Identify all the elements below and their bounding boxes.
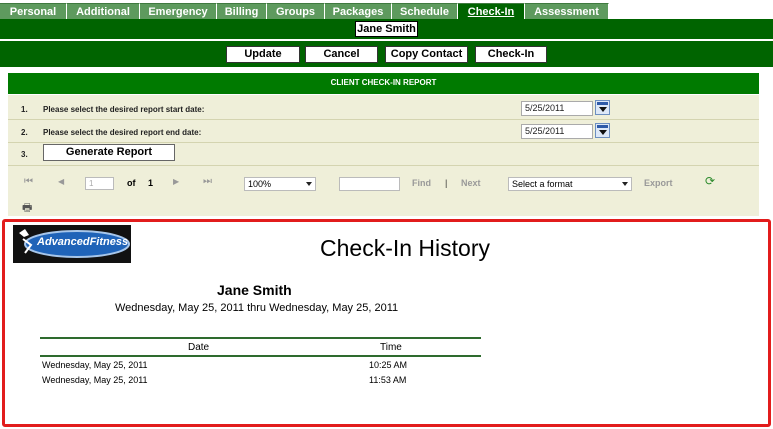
report-toolbar: ⏮ ◀ 1 of 1 ▶ ⏭ 100% Find | Next Select a…	[8, 168, 759, 216]
chevron-down-icon	[599, 107, 607, 112]
table-header: Date Time	[40, 339, 481, 355]
chevron-down-icon	[599, 130, 607, 135]
row-time: 10:25 AM	[369, 360, 408, 370]
generate-row: 3. Generate Report	[8, 143, 759, 166]
end-date-picker-button[interactable]	[595, 123, 610, 138]
report-client-name: Jane Smith	[217, 282, 292, 298]
find-link[interactable]: Find	[412, 178, 431, 188]
cancel-button[interactable]: Cancel	[305, 46, 378, 63]
advanced-fitness-logo: AdvancedFitness	[13, 225, 131, 263]
end-date-row: 2. Please select the desired report end …	[8, 120, 759, 143]
prev-page-icon[interactable]: ◀	[58, 177, 64, 186]
report-output: AdvancedFitness Check-In History Jane Sm…	[2, 219, 771, 427]
step-number: 3.	[21, 150, 28, 159]
of-label: of	[127, 178, 136, 188]
client-name-label: Jane Smith	[355, 21, 418, 37]
row-date: Wednesday, May 25, 2011	[42, 360, 148, 370]
print-icon[interactable]: 🖶	[22, 199, 32, 218]
tab-emergency[interactable]: Emergency	[140, 3, 217, 19]
date-column-header: Date	[188, 342, 210, 353]
row-date: Wednesday, May 25, 2011	[42, 375, 148, 385]
tab-bar: Personal Additional Emergency Billing Gr…	[0, 3, 609, 19]
start-date-row: 1. Please select the desired report star…	[8, 97, 759, 120]
next-page-icon[interactable]: ▶	[173, 177, 179, 186]
refresh-icon[interactable]: ⟳	[705, 174, 715, 188]
report-title: Check-In History	[320, 235, 490, 261]
table-row: Wednesday, May 25, 2011 11:53 AM	[40, 374, 481, 391]
row-time: 11:53 AM	[369, 375, 407, 385]
check-in-report-panel: CLIENT CHECK-IN REPORT 1. Please select …	[8, 73, 759, 216]
check-in-table: Date Time Wednesday, May 25, 2011 10:25 …	[40, 337, 481, 391]
calendar-icon	[597, 125, 608, 128]
start-date-label: Please select the desired report start d…	[43, 105, 205, 114]
zoom-select[interactable]: 100%	[244, 177, 316, 191]
tab-groups[interactable]: Groups	[267, 3, 325, 19]
generate-report-button[interactable]: Generate Report	[43, 144, 175, 161]
find-input[interactable]	[339, 177, 400, 191]
zoom-value: 100%	[248, 179, 272, 189]
update-button[interactable]: Update	[226, 46, 300, 63]
chevron-down-icon	[306, 182, 312, 186]
client-header: Jane Smith	[0, 19, 773, 39]
toolbar-separator: |	[445, 178, 448, 188]
end-date-input[interactable]: 5/25/2011	[521, 124, 593, 139]
total-pages-label: 1	[148, 178, 154, 188]
step-number: 1.	[21, 105, 28, 114]
time-column-header: Time	[380, 342, 402, 353]
export-format-select[interactable]: Select a format	[508, 177, 632, 191]
format-value: Select a format	[512, 179, 573, 189]
tab-additional[interactable]: Additional	[67, 3, 140, 19]
table-row: Wednesday, May 25, 2011 10:25 AM	[40, 357, 481, 374]
copy-contact-button[interactable]: Copy Contact	[385, 46, 468, 63]
check-in-button[interactable]: Check-In	[475, 46, 547, 63]
tab-check-in[interactable]: Check-In	[458, 3, 525, 19]
tab-schedule[interactable]: Schedule	[392, 3, 458, 19]
first-page-icon[interactable]: ⏮	[24, 176, 33, 187]
tab-billing[interactable]: Billing	[217, 3, 267, 19]
chevron-down-icon	[622, 182, 628, 186]
last-page-icon[interactable]: ⏭	[203, 176, 212, 187]
panel-title: CLIENT CHECK-IN REPORT	[8, 73, 759, 95]
end-date-label: Please select the desired report end dat…	[43, 128, 202, 137]
client-window: Personal Additional Emergency Billing Gr…	[0, 0, 773, 429]
logo-text: AdvancedFitness	[37, 236, 129, 248]
action-bar: Update Cancel Copy Contact Check-In	[0, 39, 773, 67]
start-date-input[interactable]: 5/25/2011	[521, 101, 593, 116]
report-date-range: Wednesday, May 25, 2011 thru Wednesday, …	[115, 302, 399, 314]
page-number-input[interactable]: 1	[85, 177, 114, 190]
start-date-picker-button[interactable]	[595, 100, 610, 115]
calendar-icon	[597, 102, 608, 105]
tab-personal[interactable]: Personal	[0, 3, 67, 19]
tab-packages[interactable]: Packages	[325, 3, 392, 19]
export-link[interactable]: Export	[644, 178, 673, 188]
tab-assessment[interactable]: Assessment	[525, 3, 609, 19]
step-number: 2.	[21, 128, 28, 137]
next-link[interactable]: Next	[461, 178, 481, 188]
